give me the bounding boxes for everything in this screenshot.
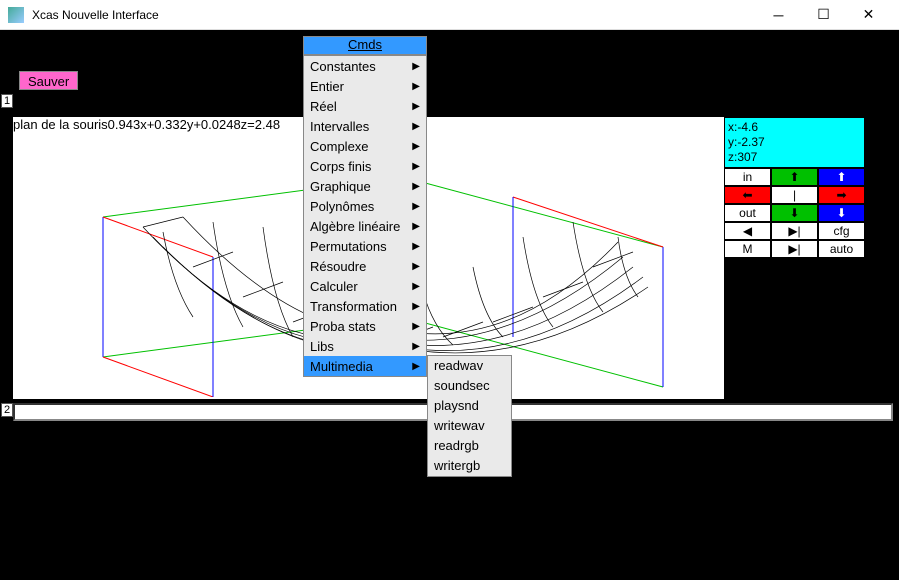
submenu-item-writergb[interactable]: writergb bbox=[428, 456, 511, 476]
submenu-arrow-icon: ▶ bbox=[412, 121, 420, 132]
menu-item-complexe[interactable]: Complexe▶ bbox=[304, 136, 426, 156]
content-area: Cmds Sauver 1 plan de la souris0.943x+0.… bbox=[0, 30, 899, 580]
cmds-menu-header[interactable]: Cmds bbox=[303, 36, 427, 55]
fine-left-button[interactable]: ◀ bbox=[724, 222, 771, 240]
submenu-arrow-icon: ▶ bbox=[412, 61, 420, 72]
rotate-down-button[interactable]: ⬇ bbox=[771, 204, 818, 222]
cmds-dropdown-menu: Constantes▶Entier▶Réel▶Intervalles▶Compl… bbox=[303, 55, 427, 377]
menu-item-permutations[interactable]: Permutations▶ bbox=[304, 236, 426, 256]
plot-status-label: plan de la souris0.943x+0.332y+0.0248z=2… bbox=[13, 117, 280, 132]
menu-item-polynmes[interactable]: Polynômes▶ bbox=[304, 196, 426, 216]
menu-item-rsoudre[interactable]: Résoudre▶ bbox=[304, 256, 426, 276]
coord-z: z:307 bbox=[728, 150, 861, 165]
m-button[interactable]: M bbox=[724, 240, 771, 258]
close-button[interactable]: ✕ bbox=[846, 1, 891, 29]
menu-item-intervalles[interactable]: Intervalles▶ bbox=[304, 116, 426, 136]
app-icon bbox=[8, 7, 24, 23]
auto-button[interactable]: auto bbox=[818, 240, 865, 258]
submenu-arrow-icon: ▶ bbox=[412, 281, 420, 292]
menu-item-corpsfinis[interactable]: Corps finis▶ bbox=[304, 156, 426, 176]
zoom-out-button[interactable]: out bbox=[724, 204, 771, 222]
coord-x: x:-4.6 bbox=[728, 120, 861, 135]
coord-y: y:-2.37 bbox=[728, 135, 861, 150]
menu-item-entier[interactable]: Entier▶ bbox=[304, 76, 426, 96]
submenu-item-readrgb[interactable]: readrgb bbox=[428, 436, 511, 456]
multimedia-submenu: readwavsoundsecplaysndwritewavreadrgbwri… bbox=[427, 355, 512, 477]
submenu-item-readwav[interactable]: readwav bbox=[428, 356, 511, 376]
submenu-arrow-icon: ▶ bbox=[412, 141, 420, 152]
submenu-item-writewav[interactable]: writewav bbox=[428, 416, 511, 436]
submenu-item-soundsec[interactable]: soundsec bbox=[428, 376, 511, 396]
menu-item-constantes[interactable]: Constantes▶ bbox=[304, 56, 426, 76]
submenu-arrow-icon: ▶ bbox=[412, 81, 420, 92]
menu-item-libs[interactable]: Libs▶ bbox=[304, 336, 426, 356]
tilt-up-button[interactable]: ⬆ bbox=[818, 168, 865, 186]
submenu-arrow-icon: ▶ bbox=[412, 361, 420, 372]
row-number-1[interactable]: 1 bbox=[1, 94, 13, 108]
step-button[interactable]: ▶| bbox=[771, 222, 818, 240]
submenu-arrow-icon: ▶ bbox=[412, 221, 420, 232]
menu-item-multimedia[interactable]: Multimedia▶ bbox=[304, 356, 426, 376]
menu-item-graphique[interactable]: Graphique▶ bbox=[304, 176, 426, 196]
play-button[interactable]: ▶| bbox=[771, 240, 818, 258]
submenu-arrow-icon: ▶ bbox=[412, 181, 420, 192]
submenu-arrow-icon: ▶ bbox=[412, 301, 420, 312]
submenu-arrow-icon: ▶ bbox=[412, 321, 420, 332]
submenu-arrow-icon: ▶ bbox=[412, 201, 420, 212]
titlebar: Xcas Nouvelle Interface ─ ☐ ✕ bbox=[0, 0, 899, 30]
submenu-arrow-icon: ▶ bbox=[412, 161, 420, 172]
submenu-arrow-icon: ▶ bbox=[412, 341, 420, 352]
submenu-arrow-icon: ▶ bbox=[412, 261, 420, 272]
submenu-item-playsnd[interactable]: playsnd bbox=[428, 396, 511, 416]
maximize-button[interactable]: ☐ bbox=[801, 1, 846, 29]
row-number-2[interactable]: 2 bbox=[1, 403, 13, 417]
center-button[interactable]: | bbox=[771, 186, 818, 204]
cfg-button[interactable]: cfg bbox=[818, 222, 865, 240]
minimize-button[interactable]: ─ bbox=[756, 1, 801, 29]
zoom-in-button[interactable]: in bbox=[724, 168, 771, 186]
menu-item-algbrelinaire[interactable]: Algèbre linéaire▶ bbox=[304, 216, 426, 236]
menu-item-rel[interactable]: Réel▶ bbox=[304, 96, 426, 116]
menu-item-probastats[interactable]: Proba stats▶ bbox=[304, 316, 426, 336]
pan-left-button[interactable]: ⬅ bbox=[724, 186, 771, 204]
save-button[interactable]: Sauver bbox=[19, 71, 78, 90]
menu-item-transformation[interactable]: Transformation▶ bbox=[304, 296, 426, 316]
submenu-arrow-icon: ▶ bbox=[412, 241, 420, 252]
menu-item-calculer[interactable]: Calculer▶ bbox=[304, 276, 426, 296]
view-control-panel: x:-4.6 y:-2.37 z:307 in ⬆ ⬆ ⬅ | ➡ out ⬇ … bbox=[724, 117, 865, 258]
window-title: Xcas Nouvelle Interface bbox=[32, 8, 756, 22]
pan-right-button[interactable]: ➡ bbox=[818, 186, 865, 204]
submenu-arrow-icon: ▶ bbox=[412, 101, 420, 112]
coordinate-readout: x:-4.6 y:-2.37 z:307 bbox=[724, 117, 865, 168]
rotate-up-button[interactable]: ⬆ bbox=[771, 168, 818, 186]
tilt-down-button[interactable]: ⬇ bbox=[818, 204, 865, 222]
